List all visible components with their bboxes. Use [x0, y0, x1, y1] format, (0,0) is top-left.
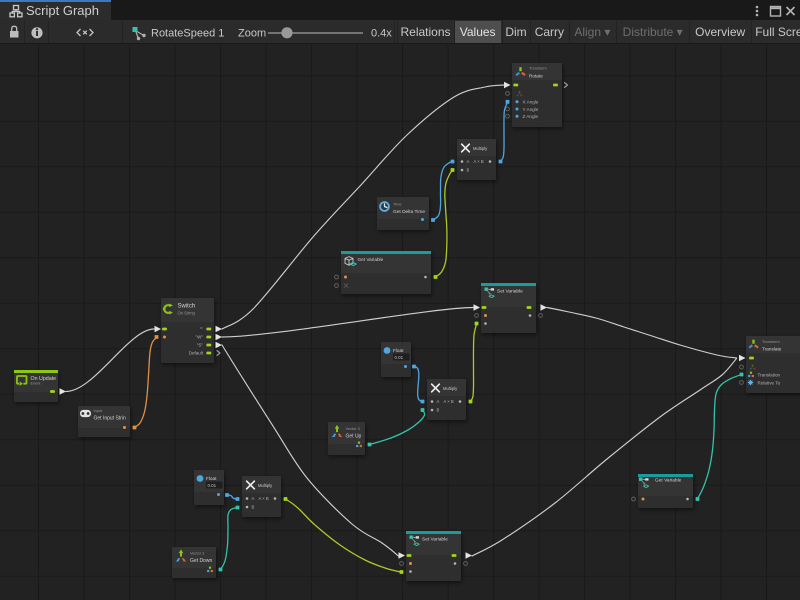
svg-text:Multiply: Multiply [258, 483, 273, 488]
svg-text:Float: Float [393, 348, 404, 353]
svg-text:On String: On String [178, 310, 196, 315]
svg-text:A × B: A × B [474, 159, 484, 164]
svg-text:Default: Default [189, 351, 204, 356]
svg-text:A: A [467, 159, 470, 164]
svg-text:A: A [437, 399, 440, 404]
svg-text:Time: Time [393, 201, 402, 206]
svg-text:A × B: A × B [444, 399, 454, 404]
svg-text:B: B [437, 408, 440, 413]
svg-text:X Angle: X Angle [523, 100, 539, 105]
svg-text:Translate: Translate [762, 347, 782, 352]
svg-text:Get Variable: Get Variable [358, 257, 384, 262]
svg-text:Multiply: Multiply [443, 386, 458, 391]
svg-text:Translation: Translation [758, 372, 781, 377]
svg-text:A: A [252, 496, 255, 501]
svg-text:Get Up: Get Up [346, 433, 362, 439]
svg-text:Multiply: Multiply [473, 146, 488, 151]
svg-text:Set Variable: Set Variable [497, 289, 523, 295]
svg-text:Rotate: Rotate [529, 73, 543, 78]
svg-text:Input: Input [94, 408, 104, 413]
svg-text:Event: Event [31, 381, 42, 386]
svg-text:0.01: 0.01 [395, 355, 404, 360]
svg-text:Switch: Switch [178, 304, 196, 310]
svg-text:Transform: Transform [529, 66, 547, 71]
svg-text:Relative To: Relative To [758, 380, 781, 385]
svg-text:Get Variable: Get Variable [655, 478, 682, 484]
svg-text:B: B [467, 168, 470, 173]
svg-text:B: B [252, 505, 255, 510]
svg-text:"": "" [200, 327, 204, 332]
svg-text:Get Down: Get Down [190, 558, 212, 564]
svg-text:"W": "W" [196, 335, 204, 340]
svg-text:Get Input Strin: Get Input Strin [94, 415, 126, 421]
svg-text:0.01: 0.01 [208, 483, 217, 488]
svg-text:Vector 3: Vector 3 [190, 551, 204, 556]
svg-text:"S": "S" [197, 343, 204, 348]
svg-text:Float: Float [206, 476, 217, 481]
svg-text:Transform: Transform [762, 339, 780, 344]
svg-text:A × B: A × B [259, 496, 269, 501]
svg-text:Z Angle: Z Angle [523, 114, 539, 119]
svg-text:Set Variable: Set Variable [422, 537, 448, 543]
svg-text:Vector 3: Vector 3 [346, 426, 360, 431]
svg-text:Y Angle: Y Angle [523, 107, 539, 112]
svg-text:Get Delta Time: Get Delta Time [393, 209, 425, 215]
